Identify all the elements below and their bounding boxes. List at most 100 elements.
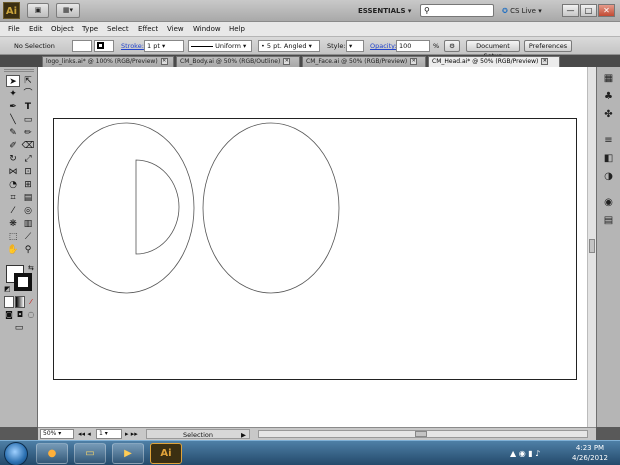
close-tab-icon[interactable]: ✕ xyxy=(283,58,291,65)
direct-selection-tool-icon[interactable]: ⇱ xyxy=(21,75,35,87)
gradient-mode-icon[interactable] xyxy=(15,296,25,308)
clock[interactable]: 4:23 PM 4/26/2012 xyxy=(562,443,618,465)
slice-tool-icon[interactable]: ⟋ xyxy=(21,231,35,243)
stroke-color-box[interactable] xyxy=(14,273,32,291)
arrange-documents-button[interactable]: ▦▾ xyxy=(56,3,80,18)
lasso-tool-icon[interactable]: ⌒ xyxy=(21,88,35,100)
illustrator-taskbar-icon[interactable]: Ai xyxy=(150,443,182,464)
menu-window[interactable]: Window xyxy=(193,22,221,37)
cs-live-menu[interactable]: ✪ CS Live ▾ xyxy=(502,4,558,18)
panel-grip[interactable] xyxy=(4,69,34,72)
explorer-taskbar-icon[interactable]: ▭ xyxy=(74,443,106,464)
tab-cm-body[interactable]: CM_Body.ai @ 50% (RGB/Outline) ✕ xyxy=(176,56,300,67)
symbol-sprayer-tool-icon[interactable]: ❋ xyxy=(6,218,20,230)
draw-normal-icon[interactable]: ◙ xyxy=(4,309,14,321)
rotate-tool-icon[interactable]: ↻ xyxy=(6,153,20,165)
close-button[interactable]: ✕ xyxy=(598,4,615,17)
line-tool-icon[interactable]: ╲ xyxy=(6,114,20,126)
menu-type[interactable]: Type xyxy=(82,22,98,37)
recolor-artwork-button[interactable]: ⚙ xyxy=(444,40,460,52)
screen-mode-icon[interactable]: ▭ xyxy=(12,322,26,334)
type-tool-icon[interactable]: T xyxy=(21,101,35,113)
menu-object[interactable]: Object xyxy=(51,22,74,37)
eyedropper-tool-icon[interactable]: ⁄ xyxy=(6,205,20,217)
zoom-field[interactable]: 50% ▾ xyxy=(40,429,74,439)
swap-colors-icon[interactable]: ⇆ xyxy=(28,264,34,272)
horizontal-scrollbar[interactable] xyxy=(258,430,588,438)
maximize-button[interactable]: □ xyxy=(580,4,597,17)
paintbrush-tool-icon[interactable]: ✎ xyxy=(6,127,20,139)
artboard-next[interactable]: ▸ ▸▸ xyxy=(125,429,138,439)
horizontal-scroll-thumb[interactable] xyxy=(415,431,427,437)
start-button[interactable] xyxy=(4,442,28,465)
tab-logo-links[interactable]: logo_links.ai* @ 100% (RGB/Preview) ✕ xyxy=(42,56,174,67)
close-tab-icon[interactable]: ✕ xyxy=(541,58,549,65)
minimize-button[interactable]: — xyxy=(562,4,579,17)
left-circle-shape[interactable] xyxy=(57,122,195,294)
blend-tool-icon[interactable]: ◎ xyxy=(21,205,35,217)
close-tab-icon[interactable]: ✕ xyxy=(160,58,168,65)
preferences-button[interactable]: Preferences xyxy=(524,40,572,52)
artboard[interactable] xyxy=(53,118,577,380)
none-mode-icon[interactable]: ⁄ xyxy=(26,296,36,308)
brush-definition[interactable]: • 5 pt. Angled ▾ xyxy=(258,40,320,52)
pen-tool-icon[interactable]: ✒ xyxy=(6,101,20,113)
menu-select[interactable]: Select xyxy=(107,22,129,37)
artboard-tool-icon[interactable]: ⬚ xyxy=(6,231,20,243)
opacity-field[interactable]: 100 xyxy=(396,40,430,52)
vertical-scrollbar[interactable] xyxy=(587,67,596,427)
artboard-navigation[interactable]: ◂◂ ◂ xyxy=(78,429,91,439)
fill-swatch[interactable] xyxy=(72,40,92,52)
color-panel-icon[interactable]: ▦ xyxy=(601,73,616,85)
eraser-tool-icon[interactable]: ⌫ xyxy=(21,140,35,152)
perspective-grid-tool-icon[interactable]: ⊞ xyxy=(21,179,35,191)
color-mode-icon[interactable] xyxy=(4,296,14,308)
document-setup-button[interactable]: Document Setup xyxy=(466,40,520,60)
stroke-panel-icon[interactable]: ≡ xyxy=(601,135,616,147)
right-circle-shape[interactable] xyxy=(202,122,340,294)
stroke-swatch[interactable] xyxy=(94,40,114,52)
blob-brush-tool-icon[interactable]: ✐ xyxy=(6,140,20,152)
hand-tool-icon[interactable]: ✋ xyxy=(6,244,20,256)
layers-panel-icon[interactable]: ▤ xyxy=(601,215,616,227)
variable-width-profile[interactable]: Uniform ▾ xyxy=(188,40,252,52)
rectangle-tool-icon[interactable]: ▭ xyxy=(21,114,35,126)
magic-wand-tool-icon[interactable]: ✦ xyxy=(6,88,20,100)
appearance-panel-icon[interactable]: ◉ xyxy=(601,197,616,209)
free-transform-tool-icon[interactable]: ⊡ xyxy=(21,166,35,178)
gradient-tool-icon[interactable]: ▤ xyxy=(21,192,35,204)
current-tool-status[interactable]: Selection ▶ xyxy=(146,429,250,439)
gradient-panel-icon[interactable]: ◧ xyxy=(601,153,616,165)
draw-behind-icon[interactable]: ◘ xyxy=(15,309,25,321)
close-tab-icon[interactable]: ✕ xyxy=(410,58,418,65)
tab-cm-face[interactable]: CM_Face.ai @ 50% (RGB/Preview) ✕ xyxy=(302,56,426,67)
workspace-switcher[interactable]: ESSENTIALS ▾ xyxy=(352,4,418,18)
shape-builder-tool-icon[interactable]: ◔ xyxy=(6,179,20,191)
menu-effect[interactable]: Effect xyxy=(138,22,158,37)
menu-file[interactable]: File xyxy=(8,22,20,37)
zoom-tool-icon[interactable]: ⚲ xyxy=(21,244,35,256)
symbols-panel-icon[interactable]: ♣ xyxy=(601,91,616,103)
selection-tool-icon[interactable]: ➤ xyxy=(6,75,20,87)
default-colors-icon[interactable]: ◩ xyxy=(4,285,11,293)
draw-inside-icon[interactable]: ◌ xyxy=(26,309,36,321)
transparency-panel-icon[interactable]: ◑ xyxy=(601,171,616,183)
menu-help[interactable]: Help xyxy=(229,22,245,37)
width-tool-icon[interactable]: ⋈ xyxy=(6,166,20,178)
media-player-taskbar-icon[interactable]: ▶ xyxy=(112,443,144,464)
mesh-tool-icon[interactable]: ⌗ xyxy=(6,192,20,204)
search-input[interactable]: ⚲ xyxy=(420,4,494,17)
system-tray[interactable]: ▲ ◉ ▮ ♪ xyxy=(510,447,560,460)
firefox-taskbar-icon[interactable]: ● xyxy=(36,443,68,464)
canvas-area[interactable] xyxy=(38,67,596,427)
bridge-button[interactable]: ▣ xyxy=(27,3,49,18)
artboard-number-field[interactable]: 1 ▾ xyxy=(96,429,122,439)
scale-tool-icon[interactable]: ⤢ xyxy=(21,153,35,165)
column-graph-tool-icon[interactable]: ▥ xyxy=(21,218,35,230)
opacity-label[interactable]: Opacity: xyxy=(370,40,397,52)
vertical-scroll-thumb[interactable] xyxy=(589,239,595,253)
stroke-weight-field[interactable]: 1 pt ▾ xyxy=(144,40,184,52)
menu-view[interactable]: View xyxy=(167,22,184,37)
pencil-tool-icon[interactable]: ✏ xyxy=(21,127,35,139)
tab-cm-head[interactable]: CM_Head.ai* @ 50% (RGB/Preview) ✕ xyxy=(428,56,560,67)
